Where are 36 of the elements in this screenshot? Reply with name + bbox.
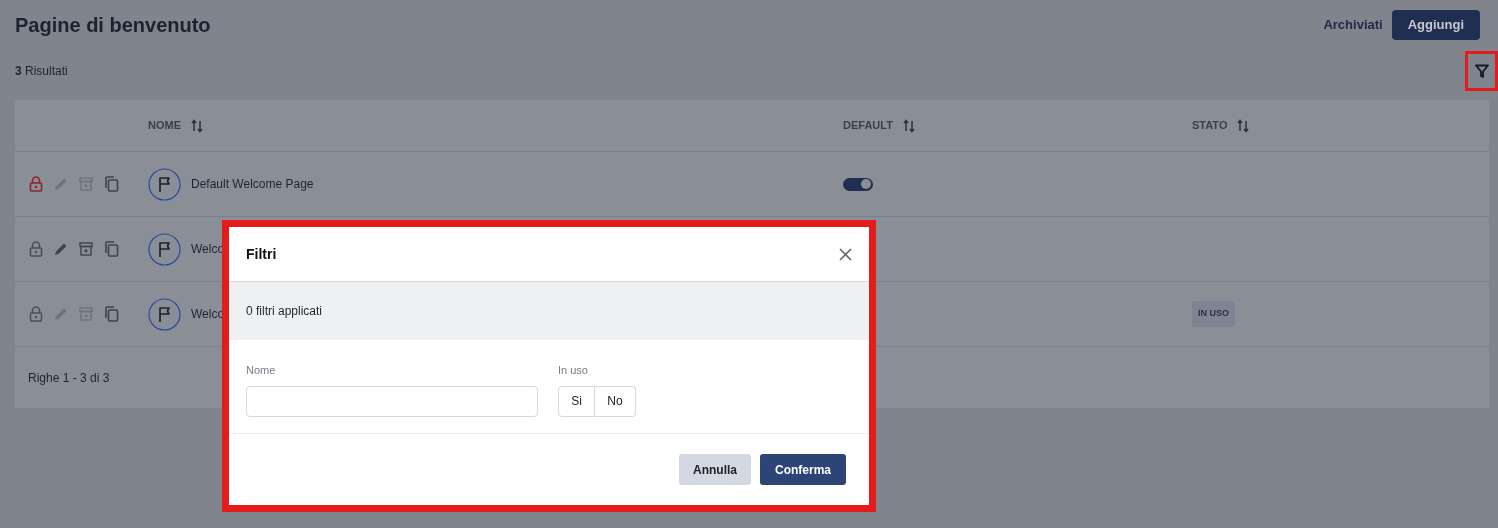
copy-icon[interactable] [104, 176, 119, 192]
field-label: Nome [246, 363, 277, 378]
lock-icon[interactable] [29, 241, 43, 257]
confirm-button[interactable]: Conferma [760, 454, 846, 485]
pagination-text: Righe 1 - 3 di 3 [28, 369, 110, 387]
applied-filters-text: 0 filtri applicati [246, 303, 323, 320]
in-use-option[interactable]: Si [558, 385, 595, 417]
name-input[interactable] [246, 385, 538, 417]
pencil-icon[interactable] [54, 242, 68, 256]
page-name: Default Welcome Page [191, 176, 314, 193]
copy-icon[interactable] [104, 306, 119, 322]
default-toggle[interactable] [843, 177, 873, 191]
flag-icon [148, 232, 181, 266]
close-icon[interactable] [839, 247, 852, 261]
lock-icon[interactable] [29, 306, 43, 322]
copy-icon[interactable] [104, 241, 119, 257]
cancel-button[interactable]: Annulla [679, 454, 751, 485]
results-count: 3 Risultati [15, 63, 68, 80]
sort-icon[interactable] [191, 118, 203, 133]
in-use-option[interactable]: No [595, 385, 636, 417]
status-badge: IN USO [1192, 301, 1235, 327]
dialog-title: Filtri [246, 244, 277, 264]
column-header: STATO [1192, 118, 1228, 134]
archived-link[interactable]: Archiviati [1323, 15, 1383, 35]
flag-icon [148, 297, 181, 331]
flag-icon [148, 167, 181, 201]
lock-icon[interactable] [29, 176, 43, 192]
page-title: Pagine di benvenuto [15, 13, 211, 38]
add-button[interactable]: Aggiungi [1391, 10, 1480, 40]
field-label: In uso [558, 363, 589, 378]
column-header: NOME [148, 118, 181, 134]
sort-icon[interactable] [1237, 118, 1250, 133]
filter-icon[interactable] [1474, 64, 1489, 78]
archive-icon[interactable] [79, 242, 93, 256]
column-header: DEFAULT [843, 118, 893, 134]
sort-icon[interactable] [902, 118, 915, 133]
